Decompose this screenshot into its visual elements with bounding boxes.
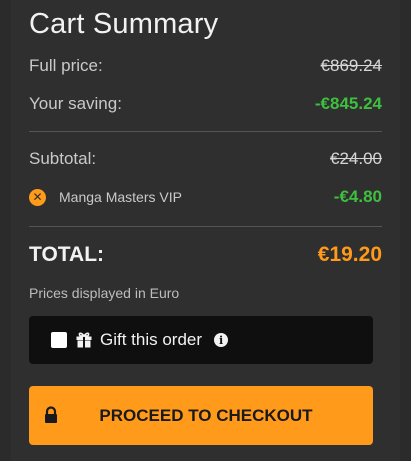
discount-row: ✕ Manga Masters VIP -€4.80	[29, 187, 382, 207]
page-title: Cart Summary	[29, 8, 219, 40]
info-icon[interactable]: i	[214, 333, 229, 347]
total-value: €19.20	[317, 243, 382, 266]
subtotal-value: €24.00	[330, 149, 382, 168]
divider	[29, 131, 382, 132]
checkout-label: PROCEED TO CHECKOUT	[99, 405, 313, 425]
discount-label-group: ✕ Manga Masters VIP	[29, 188, 182, 206]
gift-label: Gift this order	[100, 330, 203, 349]
lock-icon	[45, 406, 57, 423]
full-price-row: Full price: €869.24	[29, 56, 382, 76]
cart-summary-panel: Cart Summary Full price: €869.24 Your sa…	[11, 0, 400, 461]
proceed-to-checkout-button[interactable]: PROCEED TO CHECKOUT	[29, 386, 373, 445]
gift-checkbox[interactable]	[51, 332, 67, 348]
total-row: TOTAL: €19.20	[29, 243, 382, 267]
currency-note: Prices displayed in Euro	[29, 285, 180, 301]
discount-value: -€4.80	[333, 187, 382, 206]
full-price-value: €869.24	[320, 56, 382, 75]
subtotal-label: Subtotal:	[29, 149, 97, 168]
saving-row: Your saving: -€845.24	[29, 94, 382, 114]
gift-order-toggle[interactable]: Gift this order i	[29, 316, 373, 364]
saving-label: Your saving:	[29, 94, 122, 113]
gift-icon	[76, 332, 92, 348]
divider	[29, 226, 382, 227]
subtotal-row: Subtotal: €24.00	[29, 149, 382, 169]
total-label: TOTAL:	[29, 243, 105, 266]
saving-value: -€845.24	[314, 94, 382, 113]
discount-label: Manga Masters VIP	[59, 189, 182, 205]
x-circle-icon[interactable]: ✕	[29, 188, 46, 206]
full-price-label: Full price:	[29, 56, 103, 75]
